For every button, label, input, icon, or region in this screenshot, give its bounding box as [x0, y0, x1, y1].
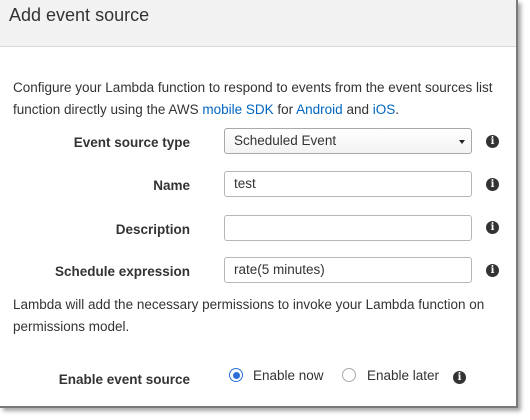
permissions-note-line-2: permissions model.: [13, 319, 130, 334]
info-icon[interactable]: i: [486, 135, 499, 148]
intro-text: Configure your Lambda function to respon…: [13, 77, 516, 121]
event-source-type-label: Event source type: [73, 135, 190, 150]
add-event-source-dialog: Add event source Configure your Lambda f…: [0, 0, 518, 408]
dialog-header: Add event source: [0, 0, 516, 47]
schedule-expression-input[interactable]: rate(5 minutes): [224, 257, 472, 283]
name-label: Name: [153, 178, 190, 193]
enable-later-label[interactable]: Enable later: [367, 368, 439, 383]
intro-prefix: function directly using the AWS: [13, 102, 203, 117]
intro-for: for: [273, 102, 297, 117]
permissions-note: Lambda will add the necessary permission…: [13, 294, 516, 338]
info-icon[interactable]: i: [486, 221, 499, 234]
enable-now-radio[interactable]: [229, 368, 243, 382]
enable-event-source-label: Enable event source: [58, 372, 190, 387]
intro-line-1: Configure your Lambda function to respon…: [13, 80, 493, 95]
chevron-down-icon: [459, 140, 465, 144]
enable-now-label[interactable]: Enable now: [253, 368, 324, 383]
description-input[interactable]: [224, 215, 472, 241]
permissions-note-line-1: Lambda will add the necessary permission…: [13, 297, 485, 312]
info-icon[interactable]: i: [486, 178, 499, 191]
event-source-type-select[interactable]: Scheduled Event: [224, 128, 472, 154]
ios-link[interactable]: iOS: [373, 102, 396, 117]
mobile-sdk-link[interactable]: mobile SDK: [202, 102, 273, 117]
info-icon[interactable]: i: [453, 371, 466, 384]
android-link[interactable]: Android: [296, 102, 343, 117]
info-icon[interactable]: i: [486, 264, 499, 277]
enable-later-radio[interactable]: [342, 368, 356, 382]
schedule-expression-label: Schedule expression: [54, 264, 190, 279]
intro-and: and: [342, 102, 373, 117]
intro-period: .: [395, 102, 399, 117]
description-label: Description: [115, 222, 190, 237]
name-input[interactable]: test: [224, 171, 472, 197]
event-source-type-value: Scheduled Event: [234, 133, 337, 148]
dialog-title: Add event source: [9, 5, 150, 25]
intro-line-2: function directly using the AWS mobile S…: [13, 99, 516, 121]
